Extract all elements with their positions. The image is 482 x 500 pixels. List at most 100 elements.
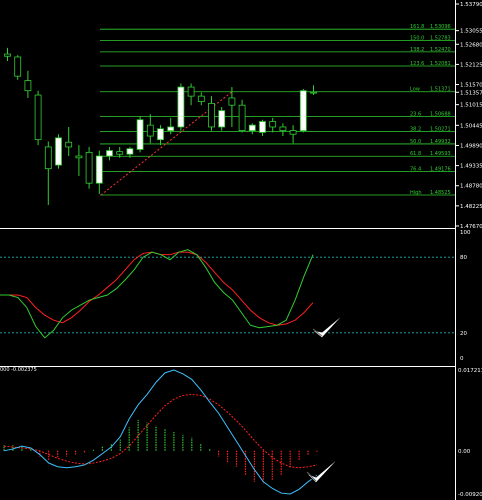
candle-body: [44, 146, 52, 170]
checkmark-icon: [311, 311, 347, 339]
candle: [106, 146, 113, 161]
candle-body: [116, 151, 124, 155]
candle-body: [187, 86, 195, 97]
candle-body: [310, 91, 317, 94]
fib-level-value: 1.52783: [430, 36, 451, 42]
fib-level-name: 38.2: [410, 127, 421, 133]
stoch-axis-label: 20: [460, 331, 467, 337]
candle: [279, 123, 287, 137]
candle: [34, 90, 42, 146]
candle: [289, 125, 297, 144]
fib-level-value: 1.48525: [430, 190, 451, 196]
candle-body: [14, 56, 22, 77]
candle-body: [55, 137, 62, 166]
fib-level-value: 1.49593: [430, 151, 451, 157]
candle-body: [218, 110, 226, 128]
candle: [95, 150, 103, 195]
fib-level-value: 1.49932: [430, 139, 451, 145]
candle: [24, 70, 32, 98]
candle: [75, 145, 83, 176]
candle-body: [289, 130, 297, 135]
fib-level-name: 138.2: [410, 47, 424, 53]
candle: [55, 134, 62, 169]
candle-body: [228, 97, 236, 106]
candle: [259, 119, 266, 137]
fib-level-value: 1.52081: [430, 61, 451, 67]
candle-body: [238, 104, 246, 131]
candle-body: [177, 86, 185, 128]
candle-body: [259, 121, 266, 133]
axis-label: 1.52680: [460, 42, 482, 48]
candle: [197, 92, 205, 106]
stochastic-panel[interactable]: 100 80 20 0: [0, 230, 471, 362]
candle-body: [85, 151, 93, 184]
candle: [65, 126, 73, 156]
candle: [44, 141, 52, 205]
stoch-signal-line: [0, 251, 314, 326]
candle: [177, 83, 185, 131]
panel-frames: [0, 0, 456, 500]
fib-level-value: 1.50271: [430, 127, 451, 133]
fib-level-value: 1.52470: [430, 47, 451, 53]
candle: [187, 83, 195, 106]
candle: [136, 116, 144, 153]
fib-level-name: 161.8: [410, 24, 424, 30]
macd-header: 000 -0.002375: [0, 367, 37, 373]
axis-label: 1.53790: [460, 2, 482, 8]
candle-body: [146, 124, 154, 137]
fib-level-name: 50.0: [410, 139, 421, 145]
stoch-axis-label: 80: [460, 255, 467, 261]
fib-level-name: High: [410, 190, 422, 196]
candle-body: [269, 121, 277, 128]
fib-level-name: 76.4: [410, 166, 421, 172]
candle-body: [95, 155, 103, 184]
candle-body: [248, 124, 256, 131]
candle: [299, 88, 307, 133]
fib-level-name: 61.8: [410, 151, 421, 157]
price-axis: 1.53790 1.53055 1.52680 1.52125 1.515701.513…: [455, 2, 482, 230]
axis-label: 1.51570: [460, 83, 482, 89]
axis-label: 1.48225: [460, 204, 482, 210]
axis-label: 1.47670: [460, 224, 482, 230]
fib-level-name: Low: [410, 87, 420, 93]
candle: [208, 96, 215, 131]
axis-label: 1.53055: [460, 29, 482, 35]
candle-body: [126, 148, 134, 155]
axis-label: 1.49890: [460, 143, 482, 149]
price-panel[interactable]: 161.8 1.53096 150.0 1.52783 138.2 1.52470 123.…: [4, 24, 456, 205]
candle-body: [4, 53, 11, 57]
fib-level-value: 1.51371: [430, 87, 451, 93]
candle-body: [65, 141, 73, 148]
candle: [85, 146, 93, 189]
stoch-main-line: [0, 249, 314, 339]
axis-label: 1.49335: [460, 164, 482, 170]
fib-level-value: 1.53096: [430, 24, 451, 30]
macd-signal-line: [3, 393, 318, 469]
macd-axis-label: 0.017211: [458, 368, 482, 374]
candle: [248, 123, 256, 135]
candle: [238, 99, 246, 133]
macd-axis-label: -0.00920: [458, 492, 482, 498]
fib-level-name: 150.0: [410, 36, 424, 42]
candle: [157, 125, 164, 146]
candle-body: [157, 128, 164, 141]
candle: [310, 85, 317, 96]
candle: [14, 55, 22, 80]
checkmark-icon: [305, 454, 343, 484]
candle: [146, 114, 154, 144]
axis-label: 1.51015: [460, 103, 482, 109]
candle-body: [208, 102, 215, 128]
candle-body: [136, 119, 144, 150]
axis-label: 1.50445: [460, 123, 482, 129]
trading-chart[interactable]: 161.8 1.53096 150.0 1.52783 138.2 1.52470 123.…: [0, 0, 482, 500]
fib-level-name: 23.6: [410, 112, 421, 118]
candle-body: [299, 90, 307, 131]
candle-body: [167, 126, 175, 131]
axis-label: 1.52125: [460, 62, 482, 68]
fib-level-value: 1.50688: [430, 112, 451, 118]
candle-body: [34, 94, 42, 141]
macd-panel[interactable]: 0.017211 0.00 -0.00920: [3, 368, 482, 498]
axis-label: 1.51357: [460, 90, 482, 96]
macd-main-line: [3, 369, 318, 495]
fib-level-value: 1.49176: [430, 166, 451, 172]
